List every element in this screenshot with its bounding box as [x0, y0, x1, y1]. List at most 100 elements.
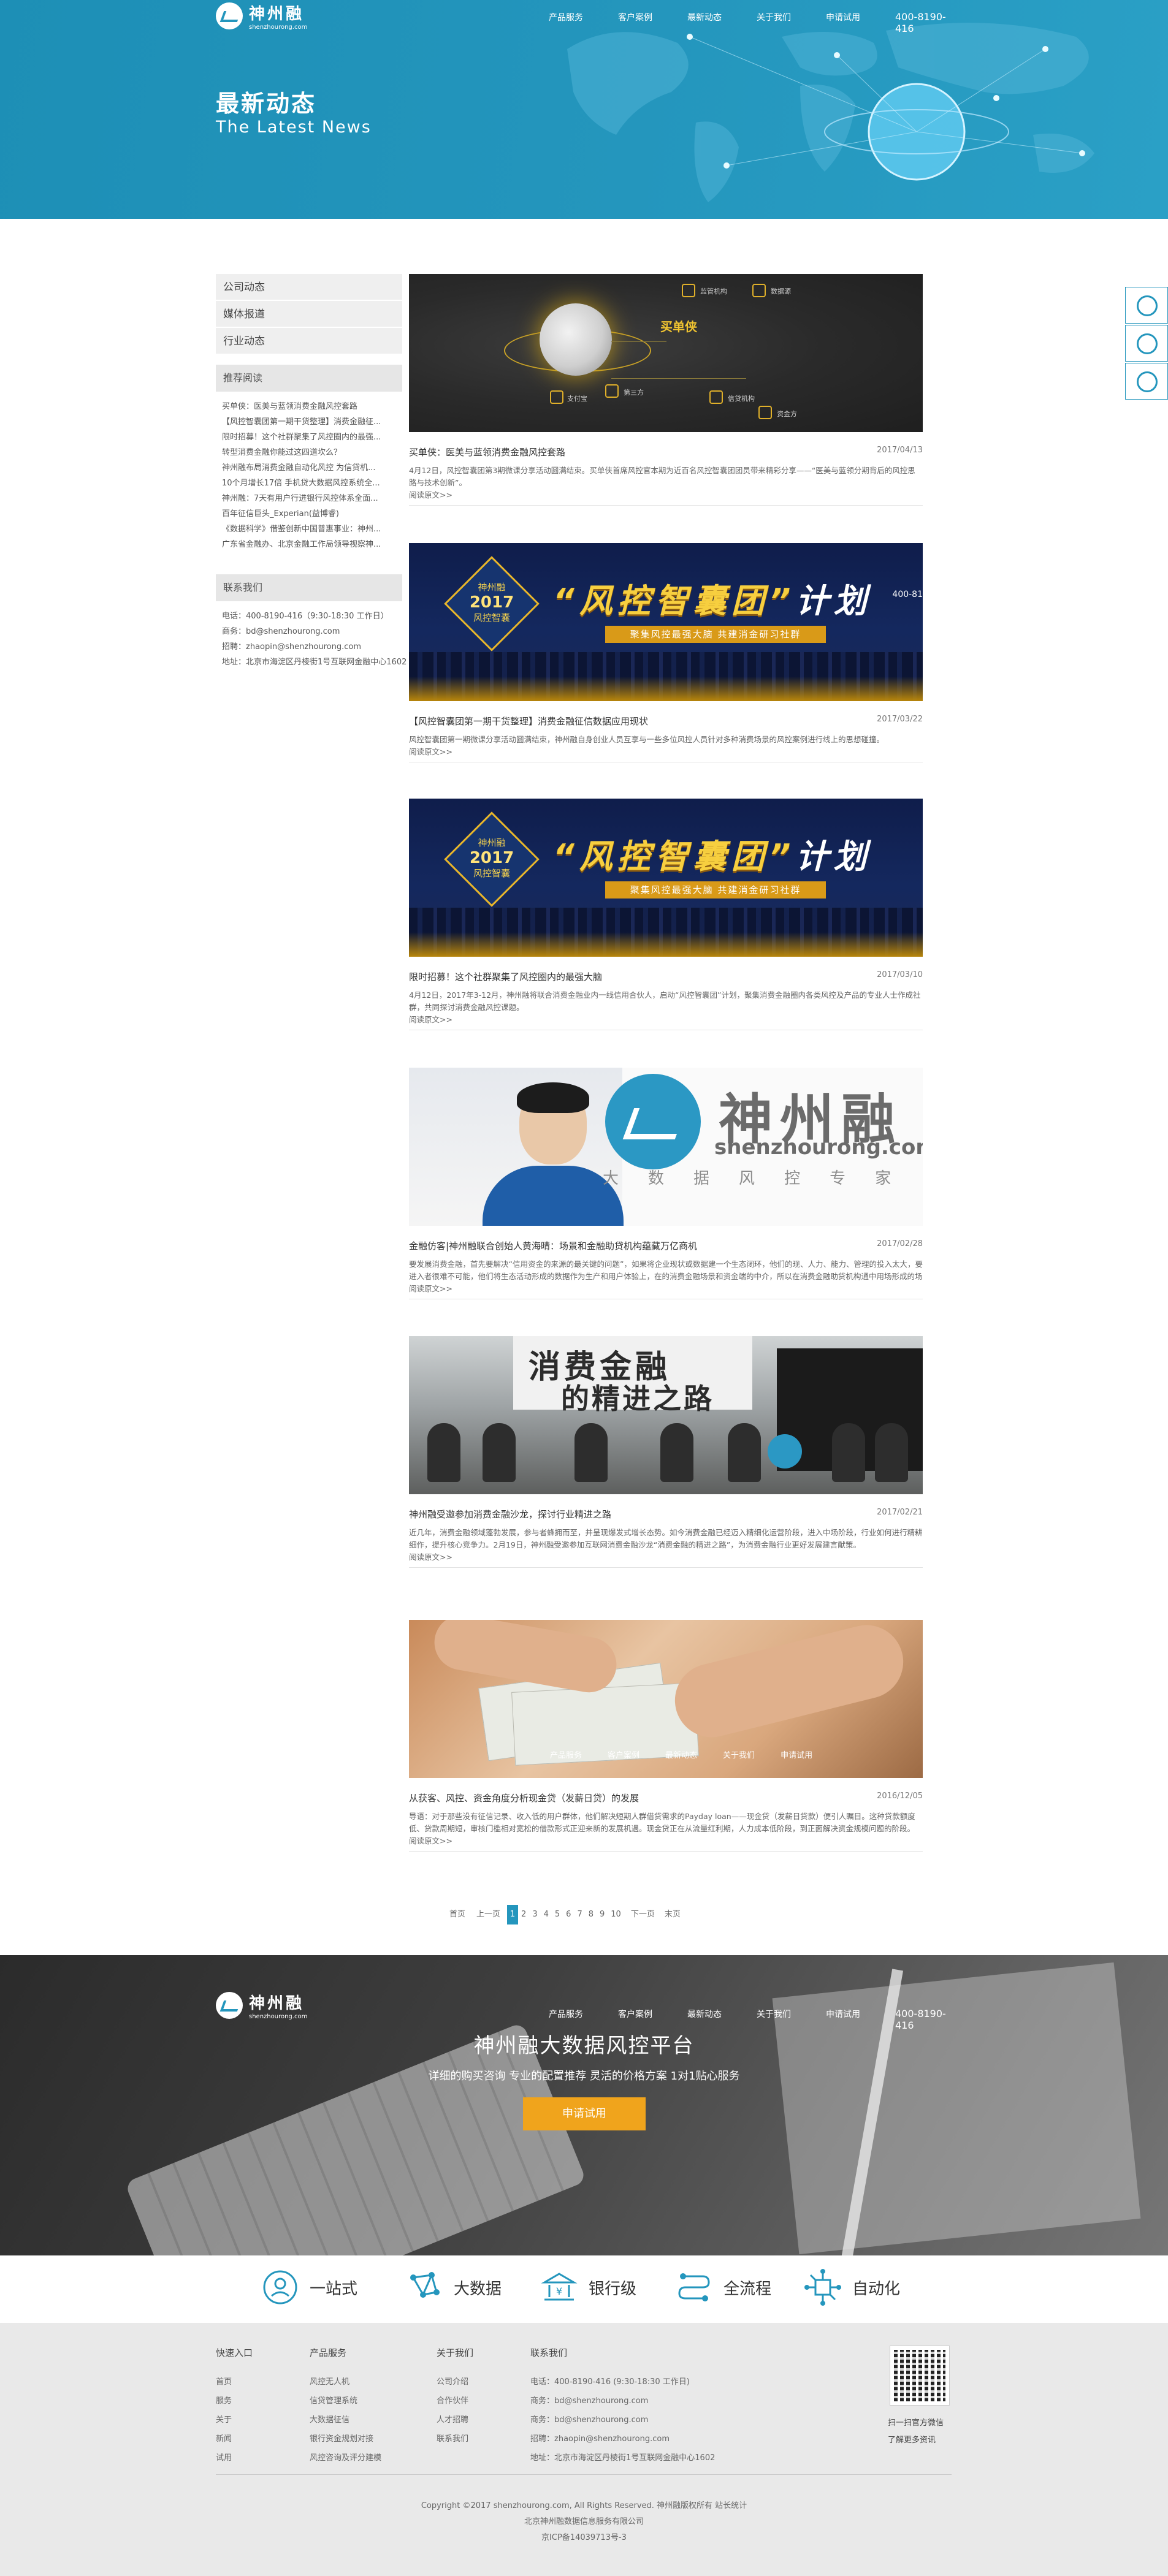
read-more-link[interactable]: 阅读原文>> — [409, 1283, 923, 1295]
footer-logo[interactable]: 神州融 shenzhourong.com — [216, 1991, 307, 2020]
page-link[interactable]: 3 — [529, 1905, 540, 1924]
footer-link[interactable]: 联系我们 — [437, 2430, 473, 2449]
read-more-link[interactable]: 阅读原文>> — [409, 746, 923, 758]
footer-link[interactable]: 风控咨询及评分建模 — [310, 2449, 381, 2468]
qq-float-button[interactable] — [1125, 363, 1168, 400]
page-link[interactable]: 6 — [563, 1905, 574, 1924]
overlay-nav-item: 关于我们 — [723, 1751, 755, 1760]
recommend-link[interactable]: 广东省金融办、北京金融工作局领导视察神... — [222, 537, 397, 552]
cta-banner: 神州融 shenzhourong.com 产品服务 客户案例 最新动态 关于我们… — [0, 1955, 1168, 2255]
page-prev[interactable]: 上一页 — [473, 1905, 503, 1924]
article-title[interactable]: 神州融受邀参加消费金融沙龙，探讨行业精进之路 — [409, 1508, 611, 1521]
feature-label: 一站式 — [310, 2279, 358, 2298]
footer-link[interactable]: 风控无人机 — [310, 2373, 381, 2392]
panelist-figure — [660, 1423, 693, 1482]
footer-contact-line: 地址：北京市海淀区丹棱街1号互联网金融中心1602 — [530, 2453, 716, 2463]
nav-news[interactable]: 最新动态 — [687, 11, 757, 34]
page-last[interactable]: 末页 — [662, 1905, 684, 1924]
site-logo[interactable]: 神州融 shenzhourong.com — [216, 1, 307, 31]
nav-phone[interactable]: 400-8190-416 — [895, 2008, 964, 2031]
footer-link[interactable]: 银行资金规划对接 — [310, 2430, 381, 2449]
badge-year: 2017 — [469, 593, 514, 612]
article-title[interactable]: 【风控智囊团第一期干货整理】消费金融征信数据应用现状 — [409, 715, 648, 728]
wechat-float-button[interactable] — [1125, 325, 1168, 362]
nav-about[interactable]: 关于我们 — [757, 2008, 826, 2031]
page-current[interactable]: 1 — [507, 1905, 519, 1924]
article-title[interactable]: 金融仿客|神州融联合创始人黄海晴：场景和金融助贷机构蕴藏万亿商机 — [409, 1239, 697, 1252]
recommend-link[interactable]: 【风控智囊团第一期干货整理】消费金融征... — [222, 414, 397, 430]
node-icon — [682, 284, 695, 297]
news-article: 神州融 shenzhourong.com 大 数 据 风 控 专 家 金融仿客|… — [409, 1068, 923, 1299]
page-link[interactable]: 9 — [597, 1905, 608, 1924]
read-more-link[interactable]: 阅读原文>> — [409, 489, 923, 501]
article-summary: 要发展消费金融，首先要解决“信用资金的来源的最关键的问题”，如果将企业现状或数据… — [409, 1260, 923, 1281]
nav-cases[interactable]: 客户案例 — [618, 2008, 687, 2031]
sidebar-item-company-news[interactable]: 公司动态 — [216, 274, 402, 301]
icp-number[interactable]: 京ICP备14039713号-3 — [0, 2530, 1168, 2546]
nav-trial[interactable]: 申请试用 — [826, 11, 895, 34]
recommend-link[interactable]: 转型消费金融你能过这四道坎么？ — [222, 445, 397, 460]
footer-link[interactable]: 首页 — [216, 2373, 253, 2392]
recommend-link[interactable]: 买单侠：医美与蓝领消费金融风控套路 — [222, 399, 397, 414]
footer-link[interactable]: 公司介绍 — [437, 2373, 473, 2392]
footer-column-title: 快速入口 — [216, 2347, 253, 2358]
page-link[interactable]: 2 — [518, 1905, 529, 1924]
footer-link[interactable]: 信贷管理系统 — [310, 2392, 381, 2411]
footer-link[interactable]: 服务 — [216, 2392, 253, 2411]
node-icon — [605, 384, 619, 398]
page-link[interactable]: 7 — [574, 1905, 585, 1924]
panelist-figure — [427, 1423, 460, 1482]
article-title[interactable]: 从获客、风控、资金角度分析现金贷（发薪日贷）的发展 — [409, 1791, 639, 1804]
one-stop-icon — [263, 2270, 297, 2304]
divider — [409, 505, 923, 506]
sidebar-item-media[interactable]: 媒体报道 — [216, 301, 402, 328]
read-more-link[interactable]: 阅读原文>> — [409, 1835, 923, 1847]
footer-link[interactable]: 新闻 — [216, 2430, 253, 2449]
page-link[interactable]: 10 — [608, 1905, 624, 1924]
panelist-figure — [875, 1423, 908, 1482]
read-more-link[interactable]: 阅读原文>> — [409, 1551, 923, 1563]
phone-float-button[interactable] — [1125, 287, 1168, 324]
article-image[interactable]: 消费金融 的精进之路 — [409, 1336, 923, 1494]
footer-link[interactable]: 大数据征信 — [310, 2411, 381, 2430]
article-image[interactable]: 买单侠 监管机构 数据源 支付宝 第三方 信贷机构 资金方 — [409, 274, 923, 432]
footer-column-title: 产品服务 — [310, 2347, 347, 2358]
tagline-char: 家 — [875, 1169, 891, 1188]
nav-products[interactable]: 产品服务 — [549, 2008, 618, 2031]
recommend-link[interactable]: 10个月增长17倍 手机贷大数据风控系统全... — [222, 476, 397, 491]
nav-about[interactable]: 关于我们 — [757, 11, 826, 34]
sidebar-item-industry[interactable]: 行业动态 — [216, 328, 402, 355]
qq-icon — [1137, 371, 1158, 392]
nav-news[interactable]: 最新动态 — [687, 2008, 757, 2031]
apply-trial-button[interactable]: 申请试用 — [523, 2097, 646, 2130]
page-link[interactable]: 4 — [541, 1905, 552, 1924]
footer-link[interactable]: 合作伙伴 — [437, 2392, 473, 2411]
article-image[interactable]: 神州融 2017 风控智囊 “风控智囊团”计划 聚集风控最强大脑 共建消金研习社… — [409, 543, 923, 701]
nav-products[interactable]: 产品服务 — [549, 11, 618, 34]
logo-mark-icon — [216, 2, 243, 29]
footer-link[interactable]: 关于 — [216, 2411, 253, 2430]
footer-link[interactable]: 试用 — [216, 2449, 253, 2468]
node-label: 监管机构 — [700, 287, 727, 295]
recommend-link[interactable]: 限时招募！这个社群聚集了风控圈内的最强... — [222, 430, 397, 445]
article-image[interactable]: 神州融 shenzhourong.com 大 数 据 风 控 专 家 — [409, 1068, 923, 1226]
article-title[interactable]: 限时招募！这个社群聚集了风控圈内的最强大脑 — [409, 970, 602, 983]
read-more-link[interactable]: 阅读原文>> — [409, 1014, 923, 1026]
article-title[interactable]: 买单侠：医美与蓝领消费金融风控套路 — [409, 446, 565, 458]
recommend-link[interactable]: 神州融布局消费金融自动化风控 为信贷机... — [222, 460, 397, 476]
page-next[interactable]: 下一页 — [628, 1905, 658, 1924]
node-label: 第三方 — [624, 389, 644, 397]
page-link[interactable]: 5 — [552, 1905, 563, 1924]
recommend-link[interactable]: 《数据科学》借鉴创新中国普惠事业：神州... — [222, 522, 397, 537]
badge-bottom-text: 风控智囊 — [473, 868, 510, 879]
nav-trial[interactable]: 申请试用 — [826, 2008, 895, 2031]
article-image[interactable]: 神州融 2017 风控智囊 “风控智囊团”计划 聚集风控最强大脑 共建消金研习社… — [409, 799, 923, 957]
nav-phone[interactable]: 400-8190-416 — [895, 11, 964, 34]
nav-cases[interactable]: 客户案例 — [618, 11, 687, 34]
page-link[interactable]: 8 — [586, 1905, 597, 1924]
footer-link[interactable]: 人才招聘 — [437, 2411, 473, 2430]
recommend-link[interactable]: 百年征信巨头_Experian(益博睿) — [222, 506, 397, 522]
article-image[interactable]: 产品服务 客户案例 最新动态 关于我们 申请试用 — [409, 1620, 923, 1778]
page-first[interactable]: 首页 — [446, 1905, 468, 1924]
recommend-link[interactable]: 神州融：7天有用户行进银行风控体系全面... — [222, 491, 397, 506]
